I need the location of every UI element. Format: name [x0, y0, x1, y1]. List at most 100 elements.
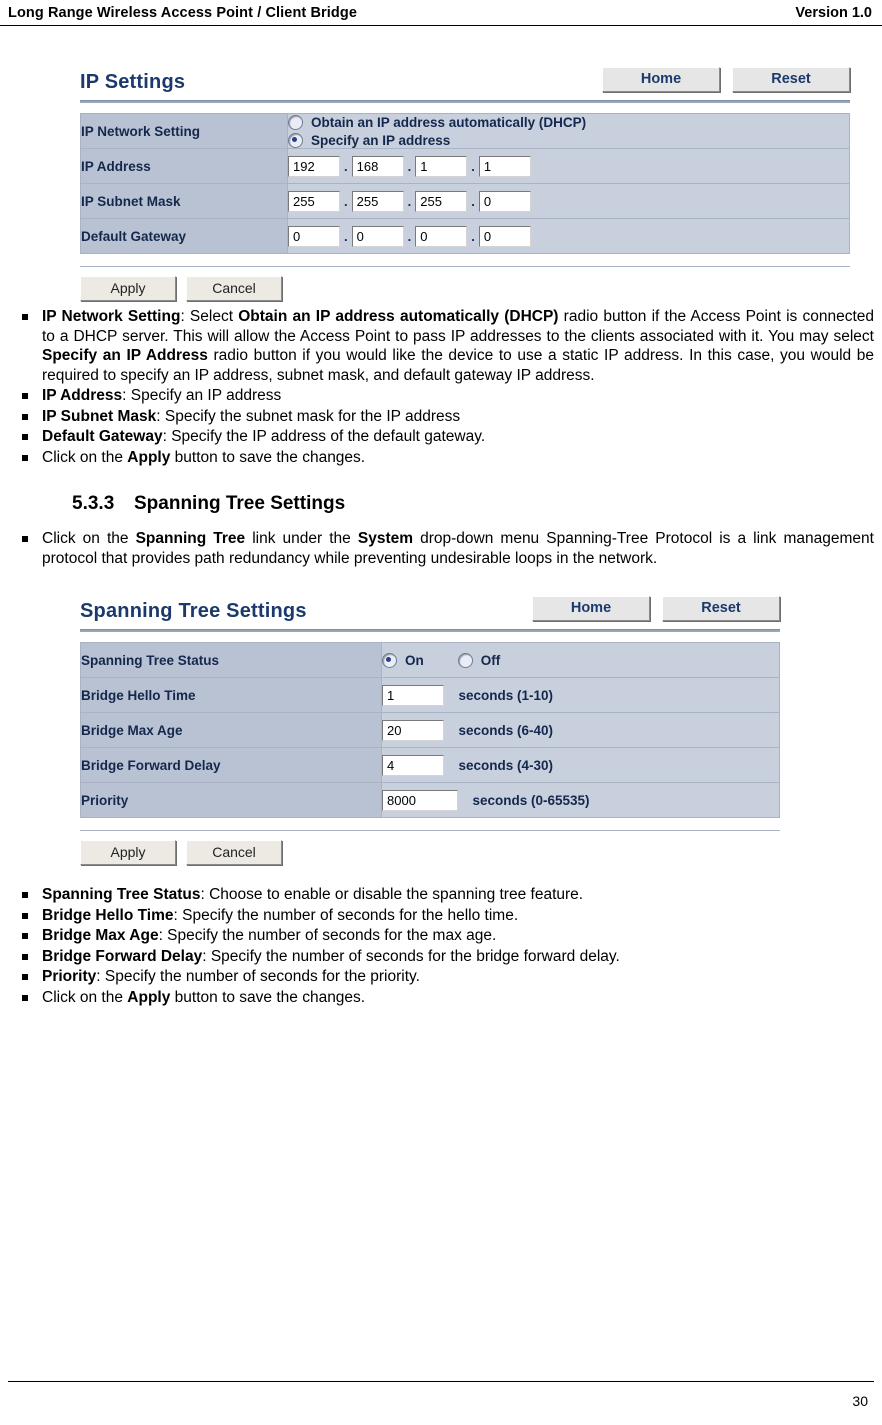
ip-address-octet-4[interactable]: 1 — [478, 155, 531, 177]
text-run: Click on the — [42, 448, 128, 466]
page-content: IP Settings Home Reset IP Network Settin… — [0, 27, 882, 1373]
list-item: Bridge Max Age: Specify the number of se… — [8, 926, 874, 946]
radio-dhcp-icon[interactable] — [288, 114, 303, 130]
section-bullet-list: Click on the Spanning Tree link under th… — [8, 529, 874, 568]
document-page: Long Range Wireless Access Point / Clien… — [0, 0, 882, 1425]
radio-on-icon[interactable] — [382, 652, 397, 668]
gateway-octet-3[interactable]: 0 — [415, 225, 468, 247]
ip-settings-home-button[interactable]: Home — [602, 67, 720, 92]
st-bullet-text-2: Bridge Max Age: Specify the number of se… — [42, 927, 496, 944]
table-row: Spanning Tree Status On Off — [80, 642, 780, 678]
bullet-text-4: Click on the Apply button to save the ch… — [42, 449, 365, 466]
table-row: IP Network Setting Obtain an IP address … — [80, 113, 850, 149]
text-run: Click on the — [42, 530, 136, 547]
ip-subnet-octet-2[interactable]: 255 — [351, 190, 404, 212]
radio-off-icon[interactable] — [457, 652, 473, 668]
footer-rule — [8, 1381, 874, 1382]
ip-address-octet-1[interactable]: 192 — [288, 155, 340, 177]
radio-option-dhcp[interactable]: Obtain an IP address automatically (DHCP… — [288, 114, 849, 130]
list-item: IP Address: Specify an IP address — [8, 386, 874, 406]
priority-value: 8000 seconds (0-65535) — [381, 782, 780, 818]
radio-option-static[interactable]: Specify an IP address — [288, 132, 849, 148]
spanning-tree-home-button[interactable]: Home — [532, 596, 650, 621]
priority-unit: seconds (0-65535) — [472, 792, 590, 808]
spanning-tree-title-row: Spanning Tree Settings Home Reset — [80, 596, 780, 627]
priority-input[interactable]: 8000 — [382, 789, 458, 811]
bold-run: Bridge Hello Time — [42, 906, 174, 924]
radio-dhcp-label: Obtain an IP address automatically (DHCP… — [311, 114, 587, 130]
bold-run: Spanning Tree Status — [42, 886, 201, 903]
table-row: Priority 8000 seconds (0-65535) — [80, 782, 780, 818]
bold-run: Apply — [127, 448, 171, 466]
gateway-dot-1: . — [344, 228, 348, 244]
text-run: : Choose to enable or disable the spanni… — [200, 886, 584, 903]
table-row: Bridge Max Age 20 seconds (6-40) — [80, 712, 780, 748]
bold-run: Bridge Forward Delay — [42, 947, 203, 965]
gateway-octet-1[interactable]: 0 — [288, 225, 340, 247]
st-bullet-text-3: Bridge Forward Delay: Specify the number… — [42, 948, 620, 965]
bold-run: Priority — [42, 968, 97, 985]
list-item: IP Subnet Mask: Specify the subnet mask … — [8, 407, 874, 427]
ip-network-setting-label: IP Network Setting — [80, 113, 288, 149]
spanning-tree-bullet-list: Spanning Tree Status: Choose to enable o… — [8, 885, 874, 1007]
ip-subnet-mask-value: 255 . 255 . 255 . 0 — [287, 183, 850, 219]
spanning-tree-apply-button[interactable]: Apply — [80, 840, 176, 865]
table-row: Bridge Hello Time 1 seconds (1-10) — [80, 677, 780, 713]
list-item: IP Network Setting: Select Obtain an IP … — [8, 307, 874, 385]
header-version: Version 1.0 — [795, 4, 872, 21]
ip-subnet-octet-4[interactable]: 0 — [478, 190, 531, 212]
radio-static-label: Specify an IP address — [311, 132, 451, 148]
spanning-tree-separator — [80, 830, 780, 831]
ip-subnet-mask-label: IP Subnet Mask — [80, 183, 288, 219]
page-footer: 30 — [0, 1381, 882, 1425]
ip-settings-reset-button[interactable]: Reset — [732, 67, 850, 92]
radio-option-on[interactable]: On — [382, 652, 424, 668]
gateway-octet-4[interactable]: 0 — [478, 225, 531, 247]
spanning-tree-cancel-button[interactable]: Cancel — [186, 840, 282, 865]
ip-subnet-octet-1[interactable]: 255 — [288, 190, 340, 212]
bridge-hello-time-value: 1 seconds (1-10) — [381, 677, 780, 713]
spanning-tree-reset-button[interactable]: Reset — [662, 596, 780, 621]
ip-address-dot-2: . — [407, 158, 412, 174]
radio-on-label: On — [405, 652, 424, 668]
ip-settings-title-row: IP Settings Home Reset — [80, 67, 850, 98]
ip-settings-apply-button[interactable]: Apply — [80, 276, 176, 301]
ip-subnet-dot-1: . — [344, 193, 348, 209]
ip-settings-cancel-button[interactable]: Cancel — [186, 276, 282, 301]
text-run: : Specify the number of seconds for the … — [158, 927, 497, 944]
bridge-forward-delay-label: Bridge Forward Delay — [80, 747, 382, 783]
ip-settings-separator — [80, 266, 850, 267]
radio-static-icon[interactable] — [288, 132, 303, 148]
bridge-max-age-value: 20 seconds (6-40) — [381, 712, 780, 748]
ip-subnet-octet-group: 255 . 255 . 255 . 0 — [288, 190, 849, 212]
list-item: Click on the Apply button to save the ch… — [8, 988, 874, 1008]
bridge-forward-delay-input[interactable]: 4 — [382, 754, 444, 776]
bridge-max-age-input[interactable]: 20 — [382, 719, 444, 741]
text-run: button to save the changes. — [170, 448, 366, 466]
ip-address-octet-3[interactable]: 1 — [415, 155, 468, 177]
ip-address-octet-group: 192 . 168 . 1 . 1 — [288, 155, 849, 177]
text-run: : Specify the subnet mask for the IP add… — [156, 407, 461, 425]
st-bullet-text-1: Bridge Hello Time: Specify the number of… — [42, 907, 518, 924]
bold-run: System — [357, 530, 414, 547]
gateway-octet-2[interactable]: 0 — [351, 225, 404, 247]
ip-network-setting-radio-group: Obtain an IP address automatically (DHCP… — [288, 114, 849, 148]
ip-address-octet-2[interactable]: 168 — [351, 155, 404, 177]
table-row: IP Address 192 . 168 . 1 . 1 — [80, 148, 850, 184]
bridge-hello-time-input[interactable]: 1 — [382, 684, 444, 706]
bold-run: Apply — [127, 988, 171, 1006]
ip-address-dot-3: . — [471, 158, 475, 174]
radio-option-off[interactable]: Off — [457, 652, 500, 668]
ip-subnet-octet-3[interactable]: 255 — [415, 190, 468, 212]
spanning-tree-title: Spanning Tree Settings — [80, 600, 307, 622]
spanning-tree-title-rule — [80, 629, 780, 632]
bullet-text-0: IP Network Setting: Select Obtain an IP … — [42, 308, 874, 384]
st-bullet-text-5: Click on the Apply button to save the ch… — [42, 989, 365, 1006]
ip-address-dot-1: . — [344, 158, 348, 174]
ip-settings-panel: IP Settings Home Reset IP Network Settin… — [80, 67, 850, 301]
section-title: Spanning Tree Settings — [134, 493, 346, 514]
bold-run: Obtain an IP address automatically (DHCP… — [238, 308, 559, 325]
section-heading: 5.3.3 Spanning Tree Settings — [8, 493, 874, 515]
spanning-tree-action-row: Apply Cancel — [80, 840, 780, 865]
gateway-dot-3: . — [471, 228, 475, 244]
